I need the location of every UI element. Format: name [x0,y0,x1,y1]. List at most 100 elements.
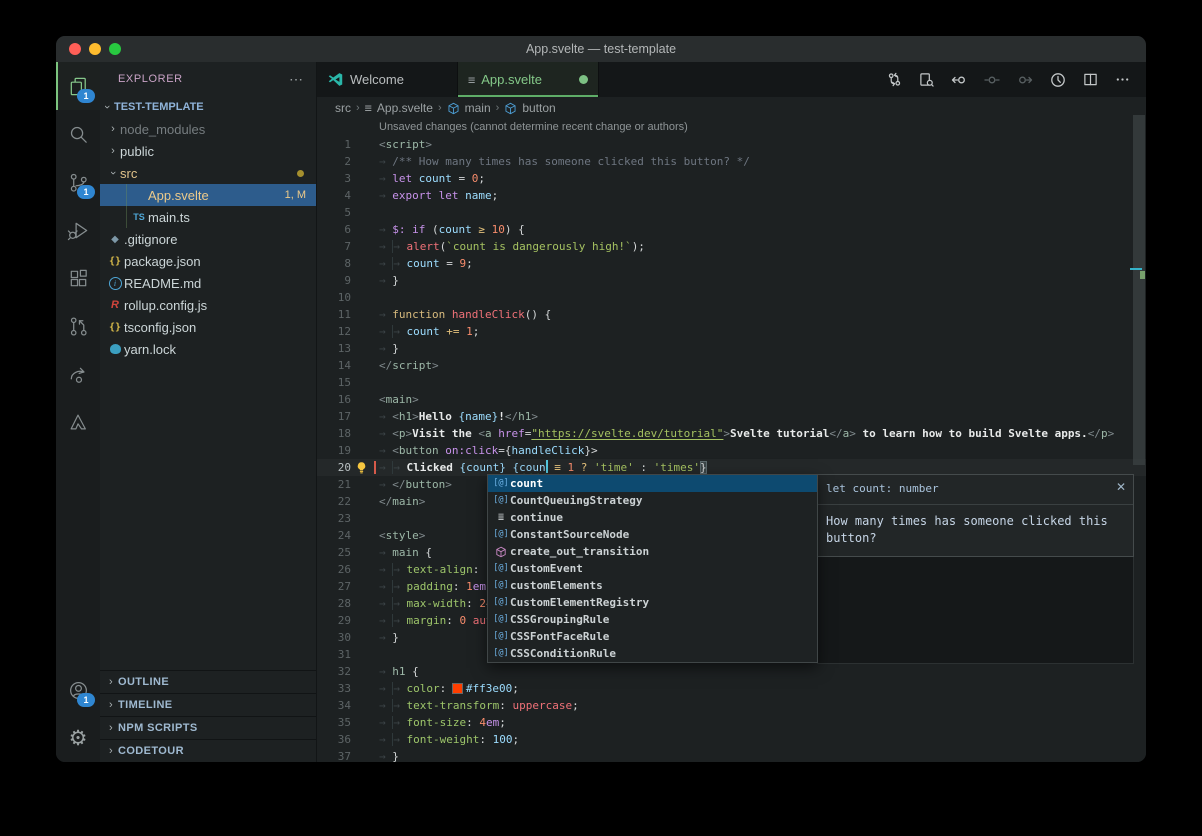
editor-scrollbar[interactable] [1132,93,1146,762]
file-history-button[interactable] [1050,72,1066,88]
hover-tooltip: let count: number How many times has som… [817,474,1134,557]
activity-bar-item-source-control[interactable]: 1 [56,158,100,206]
keyword-icon: ≣ [498,509,504,526]
file-row-rollup-config-js[interactable]: Rrollup.config.js [100,294,316,316]
file-row-tsconfig-json[interactable]: {}tsconfig.json [100,316,316,338]
breadcrumb-item-src[interactable]: src [335,101,351,115]
activity-bar-item-github-pull-requests[interactable] [56,302,100,350]
sidebar-section-outline[interactable]: ›OUTLINE [100,670,316,693]
gutter-indicator-button[interactable] [984,72,1000,88]
close-window-button[interactable] [69,43,81,55]
file-row-node-modules[interactable]: ›node_modules [100,118,316,140]
line-number: 2 [317,153,351,170]
line-number: 15 [317,374,351,391]
code-line-8: 8→ → count = 9; [317,255,1146,272]
suggest-label: customElements [510,577,603,594]
suggest-item-customelements[interactable]: [@]customElements [488,577,817,594]
chevron-right-icon: › [104,699,118,711]
code-line-12: 12→ → count += 1; [317,323,1146,340]
code-line-35: 35→ → font-size: 4em; [317,714,1146,731]
gutter-marker [374,461,376,474]
suggest-item-cssconditionrule[interactable]: [@]CSSConditionRule [488,645,817,662]
suggest-label: CountQueuingStrategy [510,492,642,509]
git-compare-button[interactable] [887,72,902,87]
suggest-item-countqueuingstrategy[interactable]: [@]CountQueuingStrategy [488,492,817,509]
file-row-readme-md[interactable]: iREADME.md [100,272,316,294]
code-line-6: 6→ $: if (count ≥ 10) { [317,221,1146,238]
sidebar-more-actions-icon[interactable]: ⋯ [289,71,304,88]
previous-change-button[interactable] [951,72,967,88]
activity-bar-item-search[interactable] [56,110,100,158]
tab-welcome[interactable]: Welcome [317,62,458,97]
suggest-label: CSSFontFaceRule [510,628,609,645]
split-editor-button[interactable] [1083,72,1098,87]
file-label: public [120,144,154,159]
sidebar-header: EXPLORER ⋯ [100,62,316,96]
chevron-down-icon: › [107,166,119,180]
activity-bar-item-live-share[interactable] [56,350,100,398]
minimize-window-button[interactable] [89,43,101,55]
zoom-window-button[interactable] [109,43,121,55]
suggest-item-create_out_transition[interactable]: create_out_transition [488,543,817,560]
breadcrumb-item-button[interactable]: button [504,101,555,115]
file-row-package-json[interactable]: {}package.json [100,250,316,272]
close-icon[interactable]: ✕ [1116,479,1126,496]
tab-app-svelte[interactable]: ≡App.svelte [458,62,599,97]
suggest-item-customelementregistry[interactable]: [@]CustomElementRegistry [488,594,817,611]
file-row-yarn-lock[interactable]: yarn.lock [100,338,316,360]
json-icon: {} [109,322,121,333]
vscode-window: App.svelte — test-template 111⚙ EXPLORER… [56,36,1146,762]
workspace-root-folder[interactable]: › TEST-TEMPLATE [100,96,316,118]
symbol-variable-icon: [@] [492,560,510,577]
activity-bar-item-settings[interactable]: ⚙ [56,714,100,762]
file-row-main-ts[interactable]: TSmain.ts [100,206,316,228]
suggest-item-cssgroupingrule[interactable]: [@]CSSGroupingRule [488,611,817,628]
activity-bar-item-extensions[interactable] [56,254,100,302]
code-editor[interactable]: Unsaved changes (cannot determine recent… [317,119,1146,762]
file-row-app-svelte[interactable]: App.svelte1, M [100,184,316,206]
suggest-item-constantsourcenode[interactable]: [@]ConstantSourceNode [488,526,817,543]
activity-bar-item-run-debug[interactable] [56,206,100,254]
suggest-item-continue[interactable]: ≣ continue [488,509,817,526]
variable-icon: [@] [493,492,508,509]
section-label: CODETOUR [118,745,184,757]
suggest-label: continue [510,509,563,526]
line-content: → <p>Visit the <a href="https://svelte.d… [351,425,1114,442]
file-row-src[interactable]: ›src [100,162,316,184]
unsaved-dot-icon [579,75,588,84]
tree-indent-guide [126,206,127,228]
editor-actions [887,62,1146,97]
sidebar-section-timeline[interactable]: ›TIMELINE [100,693,316,716]
tab-label: Welcome [350,72,404,87]
activity-bar-item-explorer[interactable]: 1 [56,62,100,110]
suggest-item-cssfontfacerule[interactable]: [@]CSSFontFaceRule [488,628,817,645]
activity-bar-item-accounts[interactable]: 1 [56,666,100,714]
file-label: rollup.config.js [124,298,207,313]
sidebar-sections: ›OUTLINE›TIMELINE›NPM SCRIPTS›CODETOUR [100,670,316,762]
suggest-item-customevent[interactable]: [@]CustomEvent [488,560,817,577]
line-number: 7 [317,238,351,255]
next-change-button[interactable] [1017,72,1033,88]
file-label: yarn.lock [124,342,176,357]
file-row--gitignore[interactable]: ◆.gitignore [100,228,316,250]
scrollbar-slider[interactable] [1133,115,1145,465]
git-status-badge: 1, M [285,189,306,201]
open-changes-icon [919,72,934,87]
suggest-item-count[interactable]: [@]count [488,475,817,492]
sidebar-section-codetour[interactable]: ›CODETOUR [100,739,316,762]
breadcrumb-item-app-svelte[interactable]: ≡App.svelte [365,101,433,115]
open-changes-button[interactable] [919,72,934,87]
variable-icon: [@] [493,611,508,628]
line-content: → } [351,629,399,646]
sidebar-section-npm-scripts[interactable]: ›NPM SCRIPTS [100,716,316,739]
breadcrumb-item-main[interactable]: main [447,101,491,115]
lightbulb-icon [355,461,368,475]
line-content: → h1 { [351,663,419,680]
variable-icon: [@] [493,475,508,492]
line-number: 6 [317,221,351,238]
more-actions-button[interactable] [1115,72,1130,87]
file-row-public[interactable]: ›public [100,140,316,162]
code-line-17: 17→ <h1>Hello {name}!</h1> [317,408,1146,425]
activity-bar-item-azure[interactable] [56,398,100,446]
code-line-2: 2→ /** How many times has someone clicke… [317,153,1146,170]
